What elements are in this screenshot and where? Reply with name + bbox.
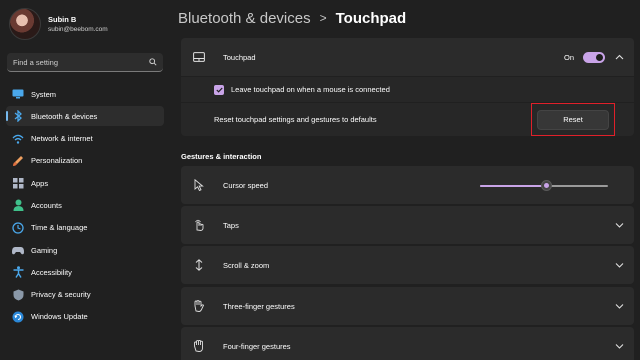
- page-title: Touchpad: [335, 9, 407, 27]
- search-box[interactable]: [7, 53, 163, 72]
- profile-text: Subin B subin@beebom.com: [48, 15, 108, 34]
- three-finger-card[interactable]: Three-finger gestures: [181, 287, 634, 325]
- three-finger-icon: [192, 300, 206, 312]
- touchpad-card[interactable]: Touchpad On: [181, 38, 634, 76]
- sidebar-item-time-language[interactable]: Time & language: [6, 218, 164, 238]
- sidebar-item-label: Accounts: [31, 200, 62, 210]
- chevron-up-icon[interactable]: [615, 54, 624, 60]
- sidebar-item-label: Gaming: [31, 245, 58, 255]
- controller-icon: [12, 244, 24, 256]
- three-finger-label: Three-finger gestures: [223, 301, 295, 311]
- sidebar-item-personalization[interactable]: Personalization: [6, 151, 164, 171]
- main-content: Bluetooth & devices > Touchpad Touchpad …: [172, 0, 640, 360]
- avatar[interactable]: [9, 8, 41, 40]
- scroll-zoom-card[interactable]: Scroll & zoom: [181, 246, 634, 284]
- taps-card[interactable]: Taps: [181, 206, 634, 244]
- wifi-icon: [12, 133, 24, 145]
- toggle-state-label: On: [563, 52, 574, 62]
- apps-icon: [12, 177, 24, 189]
- cursor-speed-card: Cursor speed: [181, 166, 634, 204]
- touchpad-icon: [192, 52, 206, 62]
- accessibility-icon: [12, 266, 24, 279]
- sidebar-item-label: Windows Update: [31, 312, 88, 322]
- leave-on-checkbox[interactable]: [214, 84, 224, 95]
- sidebar-item-label: Apps: [31, 178, 49, 188]
- sidebar-item-accessibility[interactable]: Accessibility: [6, 262, 164, 282]
- sidebar-item-label: Personalization: [31, 156, 83, 166]
- sidebar-item-label: Network & internet: [31, 134, 93, 144]
- scroll-zoom-label: Scroll & zoom: [223, 260, 270, 270]
- slider-thumb[interactable]: [541, 179, 553, 191]
- section-title-gestures: Gestures & interaction: [181, 152, 262, 161]
- sidebar-item-label: System: [31, 89, 57, 99]
- sidebar-item-bluetooth-devices[interactable]: Bluetooth & devices: [6, 106, 164, 127]
- sidebar-item-label: Privacy & security: [31, 290, 91, 300]
- touchpad-toggle[interactable]: [583, 51, 605, 63]
- cursor-icon: [192, 179, 206, 191]
- highlight-box: Reset: [531, 103, 615, 136]
- search-icon[interactable]: [149, 58, 157, 66]
- system-icon: [12, 88, 24, 100]
- sidebar-item-privacy-security[interactable]: Privacy & security: [6, 285, 164, 305]
- chevron-down-icon[interactable]: [615, 262, 624, 268]
- profile[interactable]: Subin B subin@beebom.com: [9, 8, 108, 40]
- bluetooth-icon: [12, 110, 24, 123]
- cursor-speed-slider[interactable]: [480, 179, 608, 191]
- search-input[interactable]: [13, 57, 149, 67]
- sidebar-item-label: Bluetooth & devices: [31, 111, 98, 121]
- touchpad-label: Touchpad: [223, 52, 256, 62]
- sidebar-item-network[interactable]: Network & internet: [6, 129, 164, 149]
- leave-on-label: Leave touchpad on when a mouse is connec…: [231, 85, 390, 94]
- sidebar-item-system[interactable]: System: [6, 84, 164, 104]
- chevron-down-icon[interactable]: [615, 303, 624, 309]
- reset-button[interactable]: Reset: [537, 109, 609, 130]
- breadcrumb-parent[interactable]: Bluetooth & devices: [178, 10, 311, 27]
- four-finger-icon: [192, 340, 206, 352]
- sidebar-item-gaming[interactable]: Gaming: [6, 240, 164, 260]
- update-icon: [12, 311, 24, 323]
- sidebar-item-accounts[interactable]: Accounts: [6, 195, 164, 215]
- tap-icon: [192, 219, 206, 231]
- profile-name: Subin B: [48, 14, 77, 24]
- profile-email: subin@beebom.com: [48, 25, 108, 33]
- chevron-down-icon[interactable]: [615, 343, 624, 349]
- person-icon: [12, 199, 24, 212]
- leave-on-row: Leave touchpad on when a mouse is connec…: [181, 77, 634, 102]
- chevron-down-icon[interactable]: [615, 222, 624, 228]
- shield-icon: [12, 289, 24, 301]
- taps-label: Taps: [223, 220, 239, 230]
- breadcrumb-separator: >: [319, 11, 327, 25]
- brush-icon: [12, 155, 24, 167]
- cursor-speed-label: Cursor speed: [223, 180, 269, 190]
- four-finger-label: Four-finger gestures: [223, 341, 291, 351]
- four-finger-card[interactable]: Four-finger gestures: [181, 327, 634, 360]
- touchpad-toggle-wrap[interactable]: On: [563, 51, 605, 63]
- sidebar-item-apps[interactable]: Apps: [6, 173, 164, 193]
- breadcrumb: Bluetooth & devices > Touchpad: [178, 6, 406, 30]
- sidebar-nav: System Bluetooth & devices Network & int…: [6, 84, 164, 329]
- globe-clock-icon: [12, 222, 24, 234]
- sidebar-item-label: Accessibility: [31, 267, 72, 277]
- slider-fill: [480, 184, 547, 187]
- scroll-zoom-icon: [192, 259, 206, 271]
- sidebar-item-label: Time & language: [31, 223, 88, 233]
- sidebar: Subin B subin@beebom.com System Bluetoot…: [0, 0, 172, 360]
- sidebar-item-windows-update[interactable]: Windows Update: [6, 307, 164, 327]
